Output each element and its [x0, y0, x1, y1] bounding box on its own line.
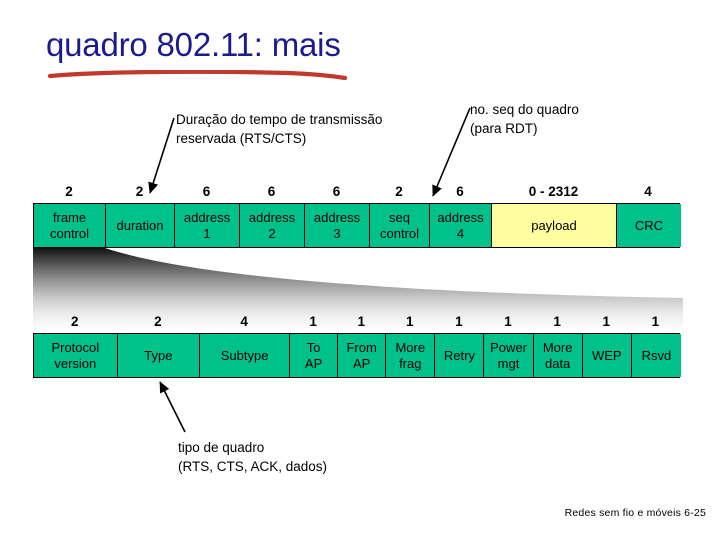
frame-table-size-label: 6	[202, 184, 211, 199]
frame-table-cell-label-line2: 1	[203, 225, 211, 241]
callout-seq: no. seq do quadro (para RDT)	[470, 100, 579, 138]
frame-table-cell: duration	[106, 204, 175, 247]
frame-control-table-cell: Protocol version	[34, 334, 118, 377]
frame-control-table-cell-label-line2: AP	[304, 355, 323, 371]
frame-control-table-cell-label: Protocol	[51, 340, 100, 356]
frame-table-cell-label: address	[248, 210, 296, 226]
frame-table-cell-label: address	[313, 210, 361, 226]
frame-table-cell: address 3	[305, 204, 370, 247]
frame-table-size-label: 6	[456, 184, 464, 199]
frame-table-cell: address 1	[175, 204, 240, 247]
frame-control-table-cell: Rsvd	[631, 334, 681, 377]
frame-control-table-cell: From AP	[338, 334, 387, 377]
frame-control-table-cell-label-line2: AP	[352, 355, 371, 371]
frame-control-table-cell: Type	[117, 334, 201, 377]
frame-control-table-cell-label: WEP	[591, 347, 622, 363]
frame-table-cell-label: address	[183, 210, 231, 226]
frame-control-table-size-label: 1	[651, 314, 660, 329]
slide-canvas: quadro 802.11: mais Duração do tempo de …	[0, 0, 720, 540]
frame-table-size-labels: 2 2 6 6 6 2 6 0 - 2312 4	[33, 184, 680, 200]
frame-table-cell-label-line2: control	[379, 225, 420, 241]
frame-control-table-cell-label: Subtype	[220, 347, 269, 363]
frame-table-cell-label-line2: 2	[268, 225, 276, 241]
frame-table-size-label: 4	[644, 184, 652, 199]
frame-table-size-label: 2	[65, 184, 73, 199]
footer-citation: Redes sem fio e móveis 6-25	[564, 507, 706, 519]
frame-table-cell: address 4	[430, 204, 492, 247]
frame-table-size-label: 6	[267, 184, 276, 199]
frame-table-cell: payload	[492, 204, 617, 247]
callout-duration-line2: reservada (RTS/CTS)	[176, 131, 307, 147]
frame-table-cell-label: CRC	[634, 217, 664, 233]
frame-table-cell-label-line2: 4	[456, 225, 465, 241]
frame-table-cell-label-line2: control	[49, 225, 90, 241]
callout-frame-type: tipo de quadro (RTS, CTS, ACK, dados)	[178, 438, 327, 476]
frame-table-size-label: 2	[395, 184, 403, 199]
frame-control-table-cell: More frag	[386, 334, 436, 377]
page-title: quadro 802.11: mais	[46, 26, 341, 63]
frame-control-table-cell-label-line2: mgt	[497, 355, 520, 371]
frame-control-table-cell-label-line2: version	[54, 355, 97, 371]
frame-table-cell: seq control	[370, 204, 430, 247]
frame-table-cell-label: duration	[116, 217, 164, 233]
callout-frame-type-line2: (RTS, CTS, ACK, dados)	[178, 459, 328, 475]
callout-frame-type-line1: tipo de quadro	[178, 440, 265, 455]
frame-table-cell-label: payload	[531, 217, 577, 233]
frame-control-table-size-label: 1	[406, 314, 414, 329]
frame-table: frame control duration address 1 address 2 addr…	[33, 203, 681, 248]
frame-control-table-cell: To AP	[290, 334, 339, 377]
frame-table-size-label: 0 - 2312	[528, 184, 579, 199]
frame-control-table-size-label: 1	[504, 314, 512, 329]
frame-control-table-size-label: 2	[154, 314, 162, 329]
frame-control-table-cell-label: To	[306, 340, 321, 356]
callout-seq-line2: (para RDT)	[470, 121, 538, 137]
seq-arrow	[432, 107, 471, 197]
frame-control-table-cell-label: Rsvd	[641, 347, 672, 363]
frame-table-cell-label: address	[437, 210, 484, 226]
frame-table-cell: frame control	[34, 204, 106, 247]
callout-seq-line1: no. seq do quadro	[470, 102, 579, 117]
frame-control-table-cell: Subtype	[200, 334, 291, 377]
frame-control-table-cell-label: Retry	[443, 347, 475, 363]
frame-control-table: Protocol version Type Subtype To AP From AP More…	[33, 333, 681, 378]
frame-table-size-label: 2	[135, 184, 144, 199]
frame-control-table-cell: Power mgt	[484, 334, 534, 377]
frame-type-arrow	[159, 381, 186, 433]
frame-control-table-cell-label-line2: frag	[399, 355, 422, 371]
frame-control-size-labels: 2 2 4 1 1 1 1 1 1 1 1	[33, 314, 680, 330]
frame-control-table-cell-label: Power	[490, 340, 527, 356]
frame-control-table-cell-label: More	[395, 340, 426, 356]
frame-table-cell-label: seq	[389, 210, 410, 226]
frame-table-cell: address 2	[240, 204, 305, 247]
frame-control-table-cell-label-line2: data	[544, 355, 571, 371]
frame-control-table-size-label: 1	[455, 314, 463, 329]
frame-table-cell: CRC	[617, 204, 681, 247]
frame-control-table-size-label: 2	[71, 314, 79, 329]
callout-arrows	[148, 107, 471, 433]
frame-control-table-cell: Retry	[435, 334, 485, 377]
frame-table-cell-label-line2: 3	[333, 225, 341, 241]
frame-control-table-cell: More data	[533, 334, 583, 377]
title-underline-decoration	[48, 70, 348, 80]
callout-duration-line1: Duração do tempo de transmissão	[176, 112, 383, 127]
frame-control-table-cell: WEP	[582, 334, 632, 377]
callout-duration: Duração do tempo de transmissão reservad…	[176, 110, 382, 148]
frame-control-table-size-label: 1	[357, 314, 365, 329]
frame-control-table-cell-label: More	[542, 340, 573, 356]
frame-table-cell-label: frame	[52, 210, 87, 226]
frame-control-table-cell-label: From	[346, 340, 377, 356]
frame-table-size-label: 6	[332, 184, 341, 199]
duration-arrow	[148, 117, 175, 194]
frame-control-table-size-label: 1	[553, 314, 561, 329]
frame-control-table-size-label: 1	[602, 314, 611, 329]
frame-control-table-cell-label: Type	[144, 347, 173, 363]
frame-control-table-size-label: 1	[309, 314, 317, 329]
frame-control-table-size-label: 4	[240, 314, 248, 329]
